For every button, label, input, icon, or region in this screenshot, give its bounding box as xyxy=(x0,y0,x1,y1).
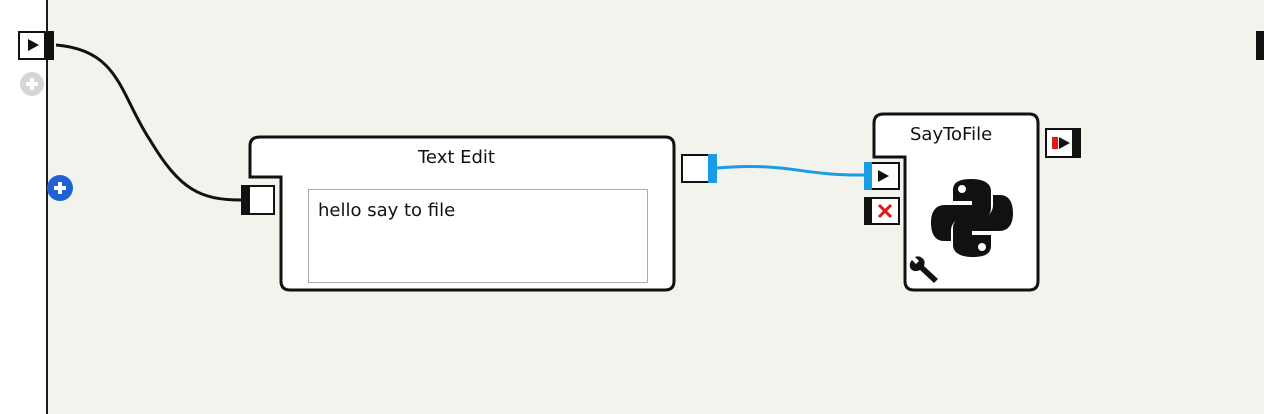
node-title: SayToFile xyxy=(910,124,993,145)
control-wire[interactable] xyxy=(55,43,243,202)
text-edit-node[interactable]: Text Edit hello say to file xyxy=(248,136,675,291)
text-edit-field[interactable]: hello say to file xyxy=(308,189,648,283)
port-connector xyxy=(1072,128,1081,158)
graph-input-panel xyxy=(0,0,48,414)
close-icon xyxy=(877,203,893,219)
add-port-button[interactable] xyxy=(47,175,73,201)
graph-output-port[interactable] xyxy=(1256,31,1264,60)
play-icon xyxy=(878,170,889,182)
wrench-icon[interactable] xyxy=(908,256,942,286)
port-connector xyxy=(241,185,250,215)
python-logo-icon xyxy=(931,179,1013,257)
port-connector xyxy=(864,162,872,190)
text-edit-output-port[interactable] xyxy=(681,154,711,183)
data-wire[interactable] xyxy=(716,165,867,177)
plus-circle-icon xyxy=(26,78,38,90)
port-connector xyxy=(708,154,717,183)
port-connector xyxy=(44,31,54,60)
port-connector xyxy=(864,197,872,225)
node-title: Text Edit xyxy=(418,147,495,168)
add-port-button-disabled[interactable] xyxy=(20,72,44,96)
play-icon xyxy=(28,39,39,51)
plus-circle-icon xyxy=(54,182,66,194)
play-icon xyxy=(1059,137,1070,149)
stop-play-icon xyxy=(1052,137,1058,149)
